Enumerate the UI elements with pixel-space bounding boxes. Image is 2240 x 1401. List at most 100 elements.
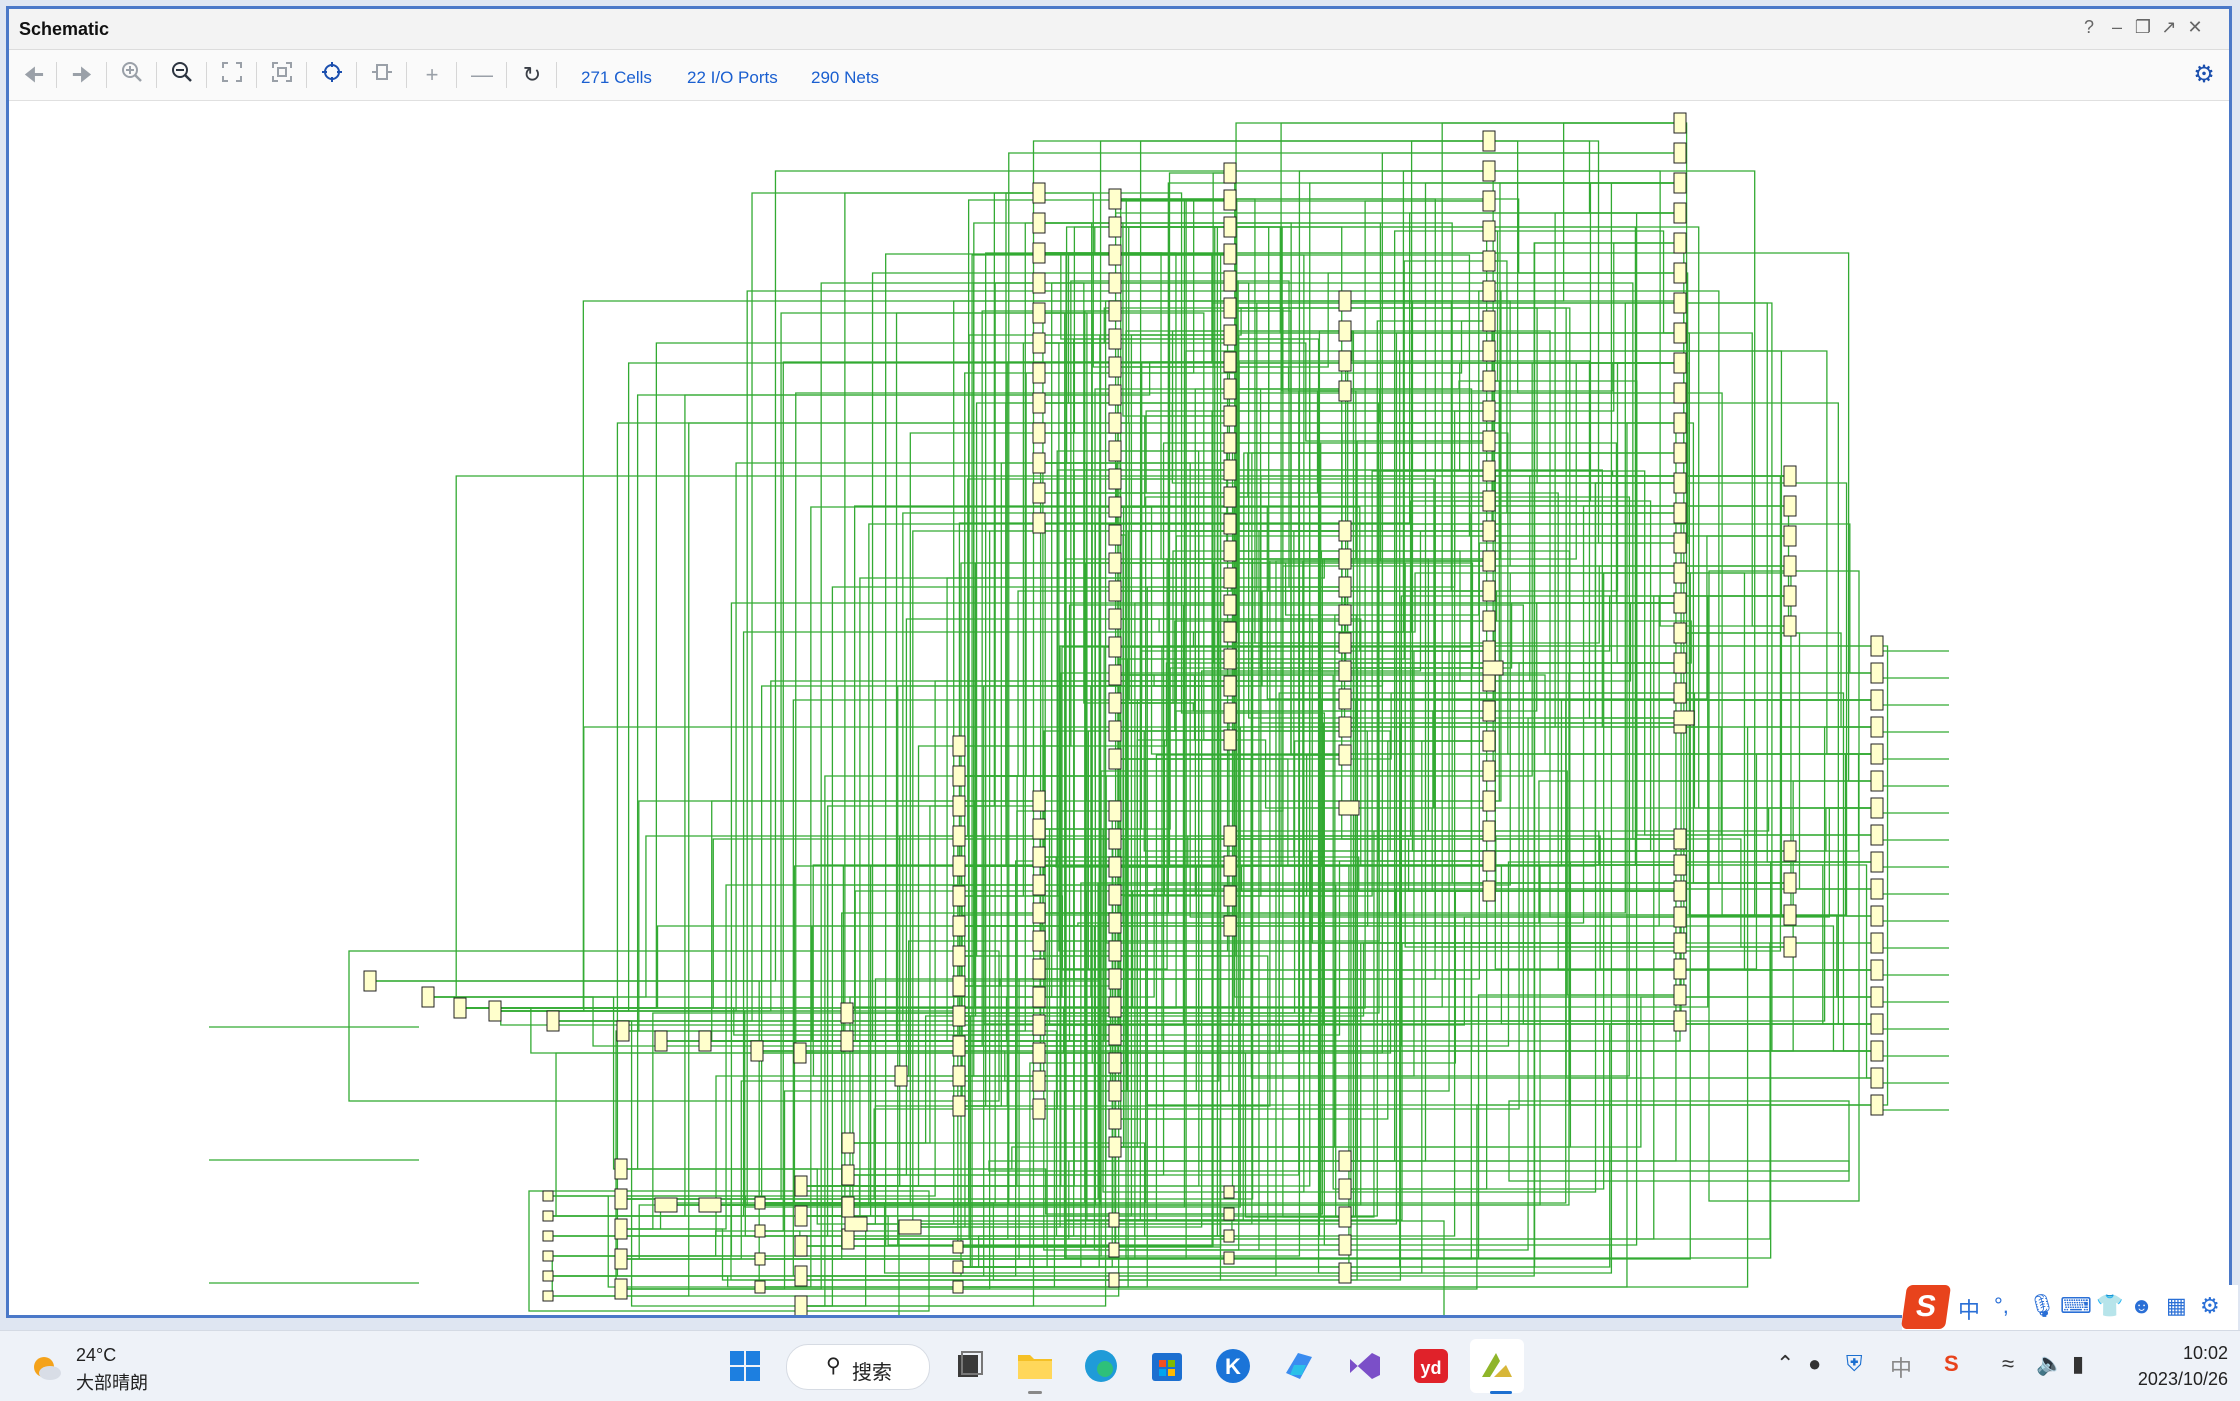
schematic-cell[interactable] bbox=[1482, 880, 1496, 902]
schematic-cell[interactable] bbox=[1673, 984, 1687, 1006]
schematic-cell[interactable] bbox=[1108, 384, 1122, 406]
schematic-cell[interactable] bbox=[1673, 958, 1687, 980]
net-wire[interactable] bbox=[1674, 726, 1883, 1022]
schematic-cell[interactable] bbox=[1338, 1262, 1352, 1284]
schematic-cell[interactable] bbox=[1223, 216, 1237, 238]
net-wire[interactable] bbox=[845, 1105, 965, 1225]
zoom-in-icon[interactable] bbox=[117, 61, 147, 89]
schematic-cell[interactable] bbox=[1870, 1040, 1884, 1062]
net-wire[interactable] bbox=[988, 1160, 1850, 1172]
schematic-cell[interactable] bbox=[952, 1005, 966, 1027]
schematic-cell[interactable] bbox=[1338, 1178, 1352, 1200]
schematic-cell[interactable] bbox=[1223, 1207, 1235, 1221]
chevron-up-icon[interactable]: ⌃ bbox=[1776, 1351, 1794, 1377]
schematic-cell[interactable] bbox=[1338, 350, 1352, 372]
schematic-cell[interactable] bbox=[1338, 716, 1352, 738]
schematic-cell[interactable] bbox=[1108, 244, 1122, 266]
schematic-cell[interactable] bbox=[793, 1042, 807, 1064]
schematic-cell[interactable] bbox=[1870, 851, 1884, 873]
schematic-cell[interactable] bbox=[1032, 1070, 1046, 1092]
schematic-cell[interactable] bbox=[542, 1250, 554, 1262]
schematic-cell[interactable] bbox=[1673, 932, 1687, 954]
schematic-cell[interactable] bbox=[1108, 856, 1122, 878]
schematic-cell[interactable] bbox=[1482, 310, 1496, 332]
schematic-cell[interactable] bbox=[542, 1230, 554, 1242]
net-wire[interactable] bbox=[1483, 620, 1692, 664]
schematic-cell[interactable] bbox=[1673, 472, 1687, 494]
schematic-cell[interactable] bbox=[1783, 872, 1797, 894]
schematic-cell[interactable] bbox=[1870, 797, 1884, 819]
schematic-cell[interactable] bbox=[1673, 322, 1687, 344]
schematic-cell[interactable] bbox=[1338, 604, 1352, 626]
schematic-cell[interactable] bbox=[1108, 328, 1122, 350]
net-wire[interactable] bbox=[1339, 360, 1694, 719]
expand-icon[interactable]: + bbox=[417, 61, 447, 89]
schematic-cell[interactable] bbox=[1032, 818, 1046, 840]
net-wire[interactable] bbox=[1045, 692, 1674, 1054]
net-wire[interactable] bbox=[1495, 260, 1674, 514]
net-wire[interactable] bbox=[1495, 140, 1674, 214]
net-wire[interactable] bbox=[615, 1146, 1121, 1170]
ime-indicator-icon[interactable]: 中 bbox=[1890, 1351, 1912, 1383]
schematic-cell[interactable] bbox=[1870, 986, 1884, 1008]
punctuation-icon[interactable]: °, bbox=[1994, 1293, 2009, 1319]
schematic-cell[interactable] bbox=[952, 1035, 966, 1057]
net-wire[interactable] bbox=[1495, 470, 1784, 477]
schematic-cell[interactable] bbox=[1223, 648, 1237, 670]
schematic-cell[interactable] bbox=[1673, 906, 1687, 928]
net-wire[interactable] bbox=[1236, 650, 1483, 660]
schematic-cell[interactable] bbox=[1870, 743, 1884, 765]
net-wire[interactable] bbox=[1224, 380, 1495, 390]
ports-count-link[interactable]: 22 I/O Ports bbox=[687, 68, 778, 88]
schematic-cell[interactable] bbox=[1338, 576, 1352, 598]
schematic-cell[interactable] bbox=[841, 1132, 855, 1154]
net-wire[interactable] bbox=[1674, 632, 1883, 728]
net-wire[interactable] bbox=[1483, 242, 1686, 412]
schematic-cell[interactable] bbox=[952, 765, 966, 787]
schematic-cell[interactable] bbox=[1108, 1136, 1122, 1158]
schematic-cell[interactable] bbox=[1108, 580, 1122, 602]
net-wire[interactable] bbox=[1339, 807, 1686, 892]
schematic-cell[interactable] bbox=[794, 1265, 808, 1287]
net-wire[interactable] bbox=[1033, 199, 1236, 374]
net-wire[interactable] bbox=[1033, 968, 1883, 1106]
schematic-cell[interactable] bbox=[1673, 292, 1687, 314]
schematic-cell[interactable] bbox=[1673, 442, 1687, 464]
net-wire[interactable] bbox=[1121, 550, 1224, 704]
schematic-cell[interactable] bbox=[1673, 710, 1695, 726]
schematic-cell[interactable] bbox=[1032, 790, 1046, 812]
net-wire[interactable] bbox=[1121, 739, 1224, 896]
schematic-cell[interactable] bbox=[1223, 621, 1237, 643]
schematic-cell[interactable] bbox=[453, 997, 467, 1019]
schematic-cell[interactable] bbox=[1108, 412, 1122, 434]
sogou-tray-icon[interactable]: S bbox=[1944, 1351, 1959, 1377]
cell-icon[interactable] bbox=[367, 61, 397, 89]
schematic-cell[interactable] bbox=[1673, 652, 1687, 674]
schematic-cell[interactable] bbox=[1870, 770, 1884, 792]
schematic-cell[interactable] bbox=[1673, 202, 1687, 224]
schematic-cell[interactable] bbox=[1673, 112, 1687, 134]
schematic-cell[interactable] bbox=[1108, 996, 1122, 1018]
schematic-cell[interactable] bbox=[1482, 520, 1496, 542]
schematic-cell[interactable] bbox=[1482, 580, 1496, 602]
schematic-cell[interactable] bbox=[1223, 351, 1237, 373]
schematic-cell[interactable] bbox=[1108, 1108, 1122, 1130]
net-wire[interactable] bbox=[1045, 916, 1674, 1026]
schematic-cell[interactable] bbox=[1870, 662, 1884, 684]
schematic-cell[interactable] bbox=[1223, 885, 1237, 907]
net-wire[interactable] bbox=[1495, 602, 1674, 712]
net-wire[interactable] bbox=[1224, 604, 1351, 644]
schematic-cell[interactable] bbox=[952, 885, 966, 907]
schematic-cell[interactable] bbox=[1783, 555, 1797, 577]
schematic-cell[interactable] bbox=[1482, 610, 1496, 632]
schematic-cell[interactable] bbox=[1338, 1206, 1352, 1228]
schematic-cell[interactable] bbox=[1223, 270, 1237, 292]
schematic-cell[interactable] bbox=[1482, 490, 1496, 512]
net-wire[interactable] bbox=[1339, 182, 1686, 560]
schematic-cell[interactable] bbox=[1108, 884, 1122, 906]
net-wire[interactable] bbox=[422, 835, 965, 998]
schematic-cell[interactable] bbox=[1482, 190, 1496, 212]
schematic-cell[interactable] bbox=[1223, 729, 1237, 751]
schematic-cell[interactable] bbox=[1338, 632, 1352, 654]
schematic-cell[interactable] bbox=[1223, 513, 1237, 535]
